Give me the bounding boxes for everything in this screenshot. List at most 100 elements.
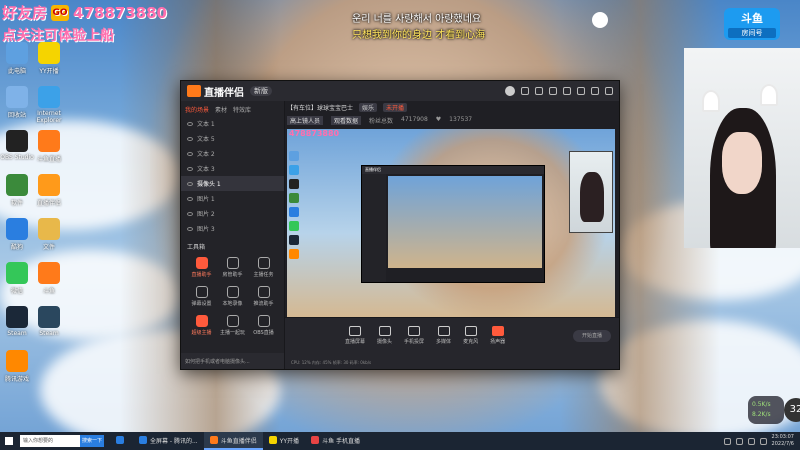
desktop-icon[interactable]: Steam: [0, 306, 34, 337]
tray-arrow-icon[interactable]: [723, 437, 731, 445]
desktop-icon-label: 酷狗: [10, 244, 23, 251]
eye-icon[interactable]: [187, 151, 193, 156]
scene-item[interactable]: 图片 2: [181, 206, 284, 221]
tool-button[interactable]: 直播助手: [187, 257, 216, 278]
room-title[interactable]: 【有车位】球球宝宝巴士: [287, 103, 353, 112]
desktop-icon[interactable]: 此电脑: [0, 42, 34, 75]
source-icon: [349, 326, 361, 336]
tool-button[interactable]: 推流助手: [249, 286, 278, 307]
eye-icon[interactable]: [187, 136, 193, 141]
tool-button[interactable]: 超级主播: [187, 315, 216, 336]
eye-icon[interactable]: [187, 166, 193, 171]
desktop-icon[interactable]: Internet Explorer: [32, 86, 66, 124]
room-button-1[interactable]: 高上镜人员: [287, 116, 324, 125]
desktop-icon[interactable]: 斗鱼: [32, 262, 66, 295]
ime-icon[interactable]: [759, 437, 767, 445]
scene-tab[interactable]: 素材: [215, 105, 227, 114]
scene-item[interactable]: 文本 2: [181, 146, 284, 161]
title-bar[interactable]: 直播伴侣 新版: [181, 81, 619, 101]
desktop-icon[interactable]: YY开播: [32, 42, 66, 75]
scene-tab[interactable]: 我的场景: [185, 105, 209, 114]
tool-button[interactable]: 主播一起玩: [218, 315, 247, 336]
tool-button[interactable]: 弹幕设置: [187, 286, 216, 307]
tool-button[interactable]: 房管助手: [218, 257, 247, 278]
user-avatar[interactable]: [505, 86, 515, 96]
scene-item[interactable]: 文本 5: [181, 131, 284, 146]
promo-overlay: 好友房 GO 478873880 点关注可体验上船: [2, 2, 167, 45]
desktop-icon[interactable]: Steam: [32, 306, 66, 337]
start-live-button[interactable]: 开始直播: [573, 330, 611, 342]
gift-icon[interactable]: [521, 87, 529, 95]
volume-icon[interactable]: [747, 437, 755, 445]
taskbar-search-button[interactable]: 搜索一下: [80, 435, 104, 447]
eye-icon[interactable]: [187, 121, 193, 126]
scene-item[interactable]: 图片 1: [181, 191, 284, 206]
app-icon: [38, 306, 60, 328]
taskbar-app[interactable]: 全屏幕 - 腾讯的...: [133, 432, 204, 450]
scene-item[interactable]: 摄像头 1: [181, 176, 284, 191]
app-icon: [6, 218, 28, 240]
source-button[interactable]: 手机投屏: [404, 326, 424, 345]
room-category[interactable]: 娱乐: [359, 103, 378, 112]
taskbar-app[interactable]: 斗鱼直播伴侣: [203, 432, 263, 450]
clock[interactable]: 23:03:07 2022/7/6: [772, 434, 794, 448]
settings-icon[interactable]: [563, 87, 571, 95]
help-tip[interactable]: 如何把手机或者电脑摄像头...: [181, 353, 284, 369]
preview-promo-number: 478873880: [289, 129, 340, 138]
desktop-icon[interactable]: 微信: [0, 262, 34, 295]
stream-preview[interactable]: 478873880 直播伴侣: [287, 129, 615, 319]
minimize-icon[interactable]: [577, 87, 585, 95]
app-icon: [6, 130, 28, 152]
desktop-icon[interactable]: 回收站: [0, 86, 34, 119]
desktop-icon[interactable]: 软件: [0, 174, 34, 207]
message-icon[interactable]: [535, 87, 543, 95]
desktop-icon[interactable]: OBS Studio: [0, 130, 34, 161]
desktop-icon[interactable]: 酷狗: [0, 218, 34, 251]
nested-preview-window: 直播伴侣: [361, 165, 545, 283]
taskbar-app[interactable]: [110, 432, 133, 450]
version-badge[interactable]: 新版: [250, 86, 272, 96]
live-companion-window[interactable]: 直播伴侣 新版 我的场景 素材 特效库 文本 1 文本 5 文本 2 文本 3 摄像头 1 图…: [180, 80, 620, 370]
eye-icon[interactable]: [187, 211, 193, 216]
close-icon[interactable]: [605, 87, 613, 95]
start-button[interactable]: [0, 432, 18, 450]
eye-icon[interactable]: [187, 181, 193, 186]
taskbar-search-input[interactable]: 输入你想要的: [20, 435, 80, 447]
source-button[interactable]: 摄像头: [377, 326, 392, 345]
network-speed: 0.5K/s 8.2K/s: [748, 396, 784, 424]
desktop-icon[interactable]: 直播伴侣: [32, 174, 66, 207]
maximize-icon[interactable]: [591, 87, 599, 95]
scene-item[interactable]: 文本 3: [181, 161, 284, 176]
source-button[interactable]: 多媒体: [436, 326, 451, 345]
eye-icon[interactable]: [187, 226, 193, 231]
scene-label: 图片 3: [197, 226, 215, 233]
promo-room-number: 478873880: [73, 3, 167, 22]
desktop-icon[interactable]: 文件: [32, 218, 66, 251]
fans-label: 粉丝总数: [369, 118, 394, 125]
tool-label: 主播一起玩: [219, 330, 245, 336]
taskbar-app[interactable]: 斗鱼 手机直播: [305, 432, 366, 450]
desktop-icon-label: 软件: [10, 200, 23, 207]
desktop-icon[interactable]: 腾讯游戏: [0, 350, 34, 383]
network-icon[interactable]: [735, 437, 743, 445]
source-button[interactable]: 扬声器: [490, 326, 505, 345]
taskbar-app-label: YY开播: [279, 437, 300, 445]
eye-icon[interactable]: [187, 196, 193, 201]
room-button-2[interactable]: 观看数据: [331, 116, 362, 125]
scene-tab[interactable]: 特效库: [233, 105, 251, 114]
scene-item[interactable]: 文本 1: [181, 116, 284, 131]
tool-label: 房管助手: [222, 272, 243, 278]
taskbar-app[interactable]: YY开播: [263, 432, 305, 450]
scene-item[interactable]: 图片 3: [181, 221, 284, 236]
desktop-icon-label: 微信: [10, 288, 23, 295]
source-button[interactable]: 直播屏幕: [345, 326, 365, 345]
desktop-icon-label: 斗鱼直播: [36, 156, 61, 163]
skin-icon[interactable]: [549, 87, 557, 95]
source-button[interactable]: 麦克风: [463, 326, 478, 345]
app-logo-icon: [187, 85, 201, 97]
tool-button[interactable]: 主播任务: [249, 257, 278, 278]
app-icon: [6, 350, 28, 372]
tool-button[interactable]: OBS直播: [249, 315, 278, 336]
tool-button[interactable]: 本地录像: [218, 286, 247, 307]
desktop-icon[interactable]: 斗鱼直播: [32, 130, 66, 163]
